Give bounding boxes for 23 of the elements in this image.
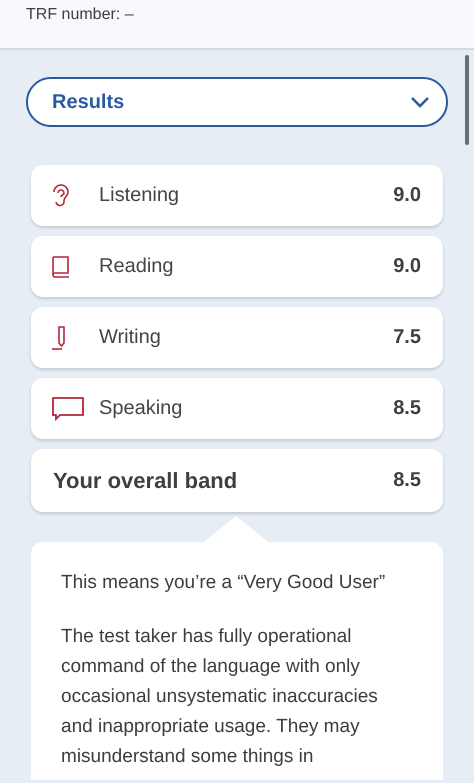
score-card[interactable]: Listening 9.0	[31, 165, 443, 226]
band-description-title: This means you’re a “Very Good User”	[61, 572, 386, 594]
skill-label: Writing	[99, 326, 162, 349]
score-card[interactable]: Writing 7.5	[31, 307, 443, 368]
skill-score: 9.0	[393, 184, 421, 207]
skill-label: Listening	[99, 184, 180, 207]
results-dropdown[interactable]: Results	[26, 77, 448, 127]
scrollbar[interactable]	[465, 55, 469, 145]
book-icon	[51, 254, 71, 278]
skill-score: 9.0	[393, 255, 421, 278]
overall-score: 8.5	[393, 469, 421, 492]
score-card[interactable]: Reading 9.0	[31, 236, 443, 297]
ear-icon	[51, 184, 71, 208]
score-card[interactable]: Speaking 8.5	[31, 378, 443, 439]
skill-label: Speaking	[99, 397, 184, 420]
overall-label: Your overall band	[53, 468, 238, 494]
chevron-icon	[410, 96, 430, 108]
band-description: The test taker has fully operational command of the language with only occasional unsystematic inaccuracies and inappropriate usage. They may misunderstand some things in	[61, 625, 379, 769]
speech-bubble-icon	[51, 396, 85, 422]
skill-score: 8.5	[393, 397, 421, 420]
skill-label: Reading	[99, 255, 175, 278]
skill-score: 7.5	[393, 326, 421, 349]
trf-number: TRF number: –	[26, 6, 134, 23]
